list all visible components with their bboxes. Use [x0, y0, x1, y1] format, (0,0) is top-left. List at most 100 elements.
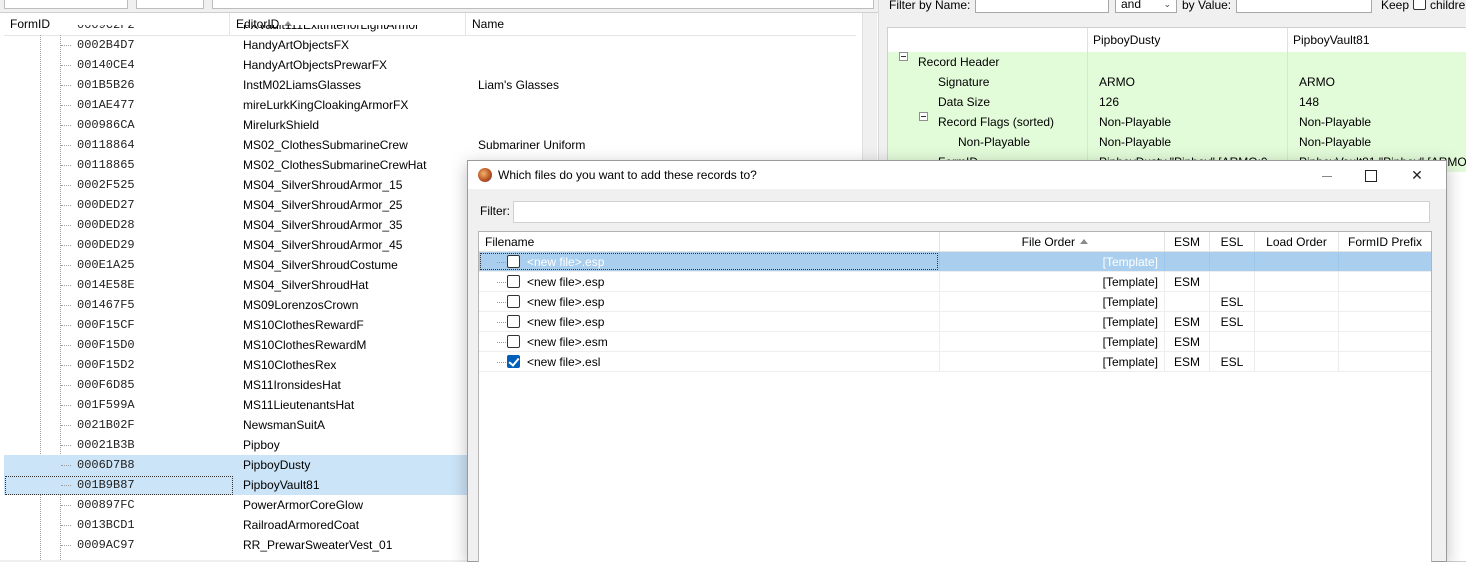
record-row[interactable]: 001B5B26 InstM02LiamsGlasses Liam's Glasse…: [4, 75, 856, 95]
dialog-filter-input[interactable]: [513, 201, 1430, 223]
tree-branch-line: [61, 345, 71, 346]
tree-branch-line: [61, 305, 71, 306]
tree-branch-line: [61, 225, 71, 226]
row-editorid: InstM02LiamsGlasses: [243, 78, 362, 92]
row-formid: 0009C2F2: [77, 25, 135, 32]
column-header-file-order[interactable]: File Order: [940, 232, 1165, 252]
compare-row[interactable]: Record Header: [888, 52, 1466, 72]
row-formid-prefix: [1339, 312, 1431, 331]
compare-row[interactable]: Record Flags (sorted) Non-Playable Non-Pla…: [888, 112, 1466, 132]
row-editorid: PipboyDusty: [243, 458, 311, 472]
row-editorid: HandyArtObjectsPrewarFX: [243, 58, 388, 72]
dialog-titlebar[interactable]: Which files do you want to add these rec…: [468, 161, 1446, 189]
close-button[interactable]: ✕: [1394, 161, 1440, 189]
minimize-button[interactable]: [1304, 161, 1350, 189]
row-filename: <new file>.esl: [527, 355, 601, 369]
column-header-load-order[interactable]: Load Order: [1255, 232, 1339, 252]
row-editorid: MS10ClothesRewardM: [243, 338, 367, 352]
file-checkbox[interactable]: [507, 355, 520, 368]
record-row[interactable]: 001AE477 mireLurkKingCloakingArmorFX: [4, 95, 856, 115]
row-formid-prefix: [1339, 252, 1431, 271]
row-esm: ESM: [1165, 332, 1210, 351]
filter-logic-dropdown[interactable]: and ⌄: [1115, 0, 1177, 13]
compare-row-label: Signature: [938, 75, 990, 89]
row-formid: 001AE477: [77, 98, 135, 112]
row-filename-cell: <new file>.esp: [479, 292, 940, 311]
compare-row[interactable]: Data Size 126 148: [888, 92, 1466, 112]
toolbar-dropdown[interactable]: [136, 0, 204, 9]
tree-branch-line: [61, 105, 71, 106]
row-formid: 001B5B26: [77, 78, 135, 92]
record-row[interactable]: 00118864 MS02_ClothesSubmarineCrew Submari…: [4, 135, 856, 155]
row-formid-prefix: [1339, 272, 1431, 291]
row-editorid: MS04_SilverShroudArmor_45: [243, 238, 403, 252]
column-header-filename[interactable]: Filename: [479, 232, 940, 252]
record-row[interactable]: 0002B4D7 HandyArtObjectsFX: [4, 35, 856, 55]
chevron-down-icon: ⌄: [1163, 0, 1171, 9]
record-row[interactable]: 000986CA MirelurkShield: [4, 115, 856, 135]
row-esl: [1210, 332, 1255, 351]
compare-column-header[interactable]: PipboyDusty: [1093, 28, 1160, 52]
row-filename: <new file>.esp: [527, 315, 605, 329]
row-name: Liam's Glasses: [478, 78, 559, 92]
file-checkbox[interactable]: [507, 315, 520, 328]
row-formid: 0021B02F: [77, 418, 135, 432]
row-formid: 00118864: [77, 138, 135, 152]
collapse-icon[interactable]: [899, 52, 908, 61]
file-row[interactable]: <new file>.esp [Template]: [479, 252, 1431, 272]
row-formid-prefix: [1339, 352, 1431, 371]
row-formid: 0009AC97: [77, 538, 135, 552]
column-header-esl[interactable]: ESL: [1210, 232, 1255, 252]
row-esl: ESL: [1210, 312, 1255, 331]
file-row[interactable]: <new file>.esl [Template] ESM ESL: [479, 352, 1431, 372]
file-row[interactable]: <new file>.esp [Template] ESM: [479, 272, 1431, 292]
tree-branch-line: [61, 65, 71, 66]
by-value-input[interactable]: [1236, 0, 1372, 13]
file-checkbox[interactable]: [507, 295, 520, 308]
tree-branch-line: [61, 45, 71, 46]
row-formid: 000DED27: [77, 198, 135, 212]
file-row[interactable]: <new file>.esp [Template] ESL: [479, 292, 1431, 312]
row-editorid: MS02_ClothesSubmarineCrewHat: [243, 158, 427, 172]
compare-row[interactable]: Non-Playable Non-Playable Non-Playable: [888, 132, 1466, 152]
record-row[interactable]: 00140CE4 HandyArtObjectsPrewarFX: [4, 55, 856, 75]
row-formid: 001F599A: [77, 398, 135, 412]
column-header-label: ESL: [1220, 235, 1244, 249]
row-name: Submariner Uniform: [478, 138, 586, 152]
row-formid-prefix: [1339, 292, 1431, 311]
row-file-order: [Template]: [940, 332, 1165, 351]
toolbar-field[interactable]: [4, 0, 128, 9]
filter-by-name-input[interactable]: [975, 0, 1109, 13]
row-formid: 000E1A25: [77, 258, 135, 272]
file-row[interactable]: <new file>.esm [Template] ESM: [479, 332, 1431, 352]
keep-children-checkbox[interactable]: [1413, 0, 1426, 10]
row-formid: 00118865: [77, 158, 135, 172]
column-header-label: Load Order: [1266, 235, 1327, 249]
tree-branch-line: [61, 185, 71, 186]
compare-column-header[interactable]: PipboyVault81: [1293, 28, 1370, 52]
tree-branch-line: [61, 145, 71, 146]
row-file-order: [Template]: [940, 292, 1165, 311]
row-filename-cell: <new file>.esm: [479, 332, 940, 351]
collapse-icon[interactable]: [919, 112, 928, 121]
minimize-icon: [1322, 175, 1332, 177]
row-formid: 000DED29: [77, 238, 135, 252]
row-editorid: PipboyVault81: [243, 478, 320, 492]
file-checkbox[interactable]: [507, 335, 520, 348]
maximize-button[interactable]: [1348, 161, 1394, 189]
tree-branch-line: [61, 325, 71, 326]
row-load-order: [1255, 332, 1339, 351]
row-editorid: MS10ClothesRewardF: [243, 318, 364, 332]
children-label: childre: [1430, 0, 1466, 12]
compare-row[interactable]: Signature ARMO ARMO: [888, 72, 1466, 92]
row-editorid: MS04_SilverShroudArmor_25: [243, 198, 403, 212]
column-header-esm[interactable]: ESM: [1165, 232, 1210, 252]
file-row[interactable]: <new file>.esp [Template] ESM ESL: [479, 312, 1431, 332]
maximize-icon: [1365, 170, 1377, 183]
file-checkbox[interactable]: [507, 275, 520, 288]
row-filename: <new file>.esm: [527, 335, 608, 349]
toolbar-input[interactable]: [212, 0, 874, 9]
compare-header: PipboyDusty PipboyVault81: [888, 28, 1466, 53]
row-editorid: MS04_SilverShroudArmor_15: [243, 178, 403, 192]
column-header-formid-prefix[interactable]: FormID Prefix: [1339, 232, 1431, 252]
